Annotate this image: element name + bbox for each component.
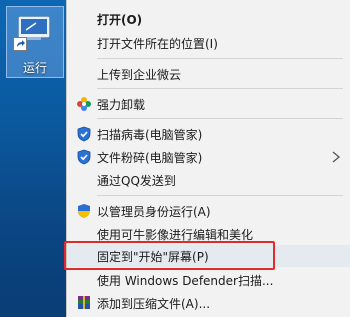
menu-item-add-to-archive[interactable]: 添加到压缩文件(A)...	[67, 292, 350, 314]
chevron-right-icon	[332, 151, 341, 163]
flower-icon	[77, 97, 91, 111]
menu-item-defender-scan[interactable]: 使用 Windows Defender扫描...	[67, 269, 350, 291]
menu-item-scan-virus[interactable]: 扫描病毒(电脑管家)	[67, 123, 350, 145]
menu-item-label: 强力卸载	[97, 98, 146, 112]
menu-item-label: 打开文件所在的位置(I)	[97, 37, 218, 51]
winrar-icon	[78, 296, 90, 309]
shield-icon	[77, 126, 91, 142]
shortcut-arrow-icon	[13, 37, 27, 51]
uac-shield-icon	[78, 204, 90, 218]
run-shortcut[interactable]: 运行	[6, 6, 64, 78]
menu-item-label: 使用 Windows Defender扫描...	[97, 274, 274, 288]
menu-item-label: 打开(O)	[97, 13, 143, 27]
menu-separator	[97, 58, 343, 59]
highlight-box	[64, 241, 275, 270]
menu-item-label: 通过QQ发送到	[97, 174, 176, 188]
menu-item-label: 上传到企业微云	[97, 68, 182, 82]
run-shortcut-label: 运行	[22, 61, 47, 75]
menu-item-label: 文件粉碎(电脑管家)	[97, 151, 203, 165]
menu-item-label: 以管理员身份运行(A)	[97, 205, 211, 219]
menu-item-upload-weiyun[interactable]: 上传到企业微云	[67, 63, 350, 85]
menu-separator	[97, 88, 343, 89]
shield-icon	[77, 149, 91, 165]
menu-item-open[interactable]: 打开(O)	[67, 8, 350, 30]
menu-item-label: 扫描病毒(电脑管家)	[97, 128, 203, 142]
desktop: 运行	[0, 0, 66, 317]
menu-item-send-via-qq[interactable]: 通过QQ发送到	[67, 169, 350, 191]
menu-separator	[97, 195, 343, 196]
menu-separator	[97, 118, 343, 119]
menu-item-open-file-location[interactable]: 打开文件所在的位置(I)	[67, 32, 350, 54]
menu-item-file-shred[interactable]: 文件粉碎(电脑管家)	[67, 146, 350, 168]
menu-item-run-as-admin[interactable]: 以管理员身份运行(A)	[67, 200, 350, 222]
menu-item-force-uninstall[interactable]: 强力卸载	[67, 93, 350, 115]
menu-item-label: 添加到压缩文件(A)...	[97, 297, 211, 311]
